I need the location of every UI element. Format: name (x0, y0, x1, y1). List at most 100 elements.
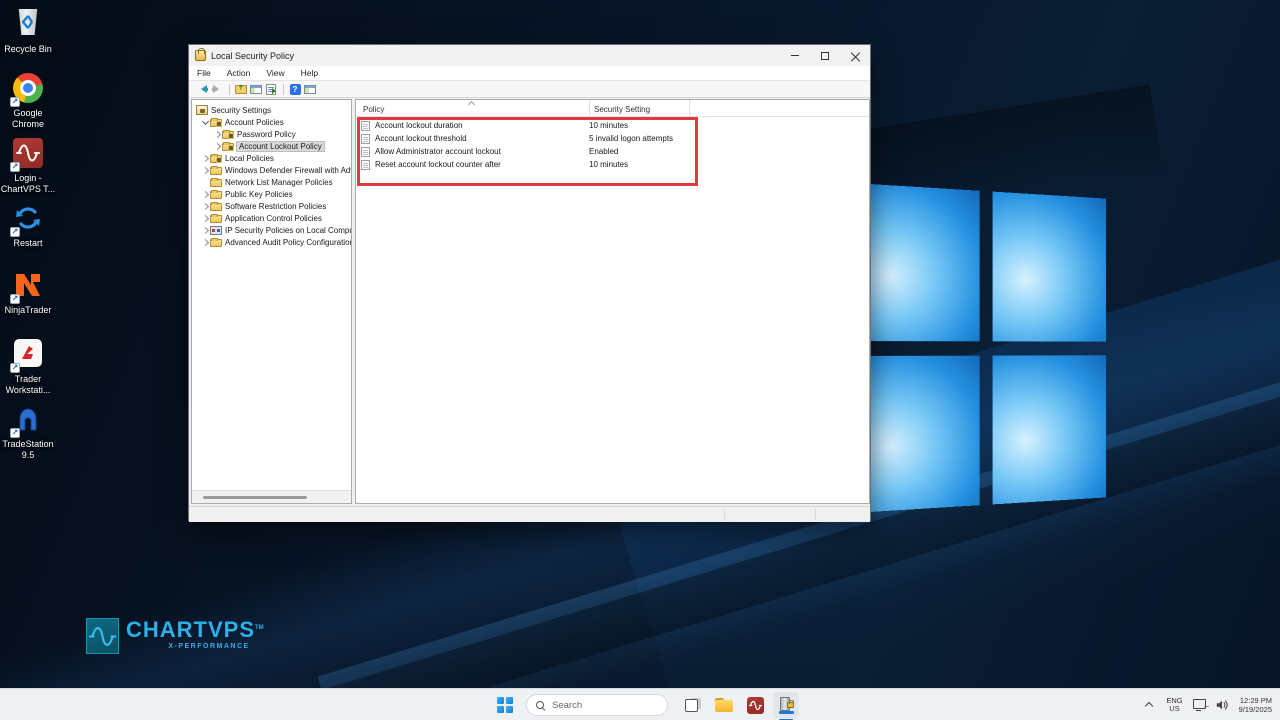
chevron-right-icon[interactable] (213, 142, 222, 151)
volume-icon[interactable] (1215, 698, 1229, 712)
trader-workstation-icon: ↗ (12, 339, 44, 371)
toolbar: ? (189, 81, 870, 98)
menu-help[interactable]: Help (301, 68, 318, 78)
back-icon (197, 86, 208, 93)
desktop-icon-login-chartvps[interactable]: ↗ Login - ChartVPS T... (0, 138, 56, 195)
app-icon (195, 50, 206, 61)
taskbar-clock[interactable]: 12:29 PM 9/19/2025 (1239, 696, 1272, 714)
chartvps-login-icon: ↗ (12, 138, 44, 170)
chartvps-app-button[interactable] (742, 692, 768, 718)
shortcut-arrow-icon: ↗ (10, 294, 20, 304)
desktop-icon-trader-workstation[interactable]: ↗ Trader Workstati... (0, 338, 56, 396)
desktop-icon-google-chrome[interactable]: ↗ Google Chrome (0, 72, 56, 130)
clock-time: 12:29 PM (1240, 696, 1272, 705)
chevron-right-icon[interactable] (201, 154, 210, 163)
desktop-icon-label: TradeStation 9.5 (0, 439, 56, 461)
maximize-button[interactable] (810, 45, 840, 66)
tree-item-account-policies[interactable]: Account Policies (192, 116, 351, 128)
policy-row-account-lockout-threshold[interactable]: Account lockout threshold 5 invalid logo… (356, 132, 869, 145)
policy-name: Account lockout duration (375, 121, 589, 130)
tree-item-security-settings[interactable]: Security Settings (192, 104, 351, 116)
tree-item-public-key-policies[interactable]: Public Key Policies (192, 188, 351, 200)
task-view-button[interactable] (680, 692, 706, 718)
properties-button[interactable] (303, 83, 317, 96)
policy-row-reset-account-lockout-counter[interactable]: Reset account lockout counter after 10 m… (356, 158, 869, 171)
back-button[interactable] (195, 83, 209, 96)
policy-setting: 10 minutes (589, 160, 628, 169)
up-level-icon (235, 85, 247, 94)
security-policy-icon (779, 697, 794, 714)
up-level-button[interactable] (234, 83, 248, 96)
column-divider[interactable] (589, 100, 590, 116)
desktop-icon-label: NinjaTrader (0, 305, 56, 316)
chevron-right-icon[interactable] (201, 238, 210, 247)
column-divider[interactable] (689, 100, 690, 116)
policy-row-account-lockout-duration[interactable]: Account lockout duration 10 minutes (356, 119, 869, 132)
expander-spacer (201, 178, 210, 187)
policy-setting: 5 invalid logon attempts (589, 134, 673, 143)
chevron-right-icon[interactable] (201, 202, 210, 211)
tree-item-advanced-audit-policy[interactable]: Advanced Audit Policy Configuration (192, 236, 351, 248)
tree-item-account-lockout-policy[interactable]: Account Lockout Policy (192, 140, 351, 152)
chevron-right-icon[interactable] (201, 190, 210, 199)
menu-view[interactable]: View (266, 68, 284, 78)
horizontal-scrollbar[interactable] (192, 490, 351, 503)
chevron-right-icon[interactable] (213, 130, 222, 139)
close-button[interactable] (840, 45, 870, 66)
language-line2: US (1169, 704, 1179, 713)
clock-date: 9/19/2025 (1239, 705, 1272, 714)
security-settings-icon (196, 105, 208, 115)
search-label: Search (552, 700, 582, 711)
hidden-icons-chevron[interactable] (1142, 698, 1156, 712)
tree-item-network-list-manager[interactable]: Network List Manager Policies (192, 176, 351, 188)
language-indicator[interactable]: ENG US (1166, 697, 1182, 713)
taskbar: Search ENG US 12:29 PM 9/19/2025 (0, 688, 1280, 720)
tree-item-software-restriction-policies[interactable]: Software Restriction Policies (192, 200, 351, 212)
toolbar-separator (229, 84, 230, 95)
policy-list-pane: Policy Security Setting Account lockout … (355, 99, 870, 504)
chevron-down-icon[interactable] (201, 118, 210, 127)
desktop-icon-label: Restart (0, 238, 56, 249)
chevron-right-icon[interactable] (201, 214, 210, 223)
policy-document-icon (361, 121, 370, 131)
tree-item-windows-defender-firewall[interactable]: Windows Defender Firewall with Adva (192, 164, 351, 176)
forward-button[interactable] (210, 83, 224, 96)
desktop-icon-ninjatrader[interactable]: ↗ NinjaTrader (0, 270, 56, 316)
start-button[interactable] (492, 692, 518, 718)
brand-tagline: X-PERFORMANCE (126, 643, 264, 650)
desktop-icon-tradestation[interactable]: ↗ TradeStation 9.5 (0, 404, 56, 461)
policy-row-allow-administrator-account-lockout[interactable]: Allow Administrator account lockout Enab… (356, 145, 869, 158)
folder-icon (210, 239, 222, 247)
help-button[interactable]: ? (288, 83, 302, 96)
chevron-right-icon[interactable] (201, 166, 210, 175)
toolbar-separator (283, 84, 284, 95)
desktop-icon-recycle-bin[interactable]: Recycle Bin (0, 6, 56, 55)
menu-file[interactable]: File (197, 68, 211, 78)
chevron-right-icon[interactable] (201, 226, 210, 235)
policy-name: Allow Administrator account lockout (375, 147, 589, 156)
column-header-policy[interactable]: Policy (363, 105, 384, 114)
local-security-policy-app-button[interactable] (773, 692, 799, 718)
tree-item-password-policy[interactable]: Password Policy (192, 128, 351, 140)
export-list-button[interactable] (264, 83, 278, 96)
minimize-button[interactable] (780, 45, 810, 66)
tree-item-label: Local Policies (225, 154, 274, 163)
tree-item-application-control-policies[interactable]: Application Control Policies (192, 212, 351, 224)
tree-item-local-policies[interactable]: Local Policies (192, 152, 351, 164)
status-bar (189, 506, 870, 522)
tree-item-label: IP Security Policies on Local Compute (225, 226, 351, 235)
taskbar-search[interactable]: Search (526, 694, 668, 716)
tree-item-ip-security-policies[interactable]: IP Security Policies on Local Compute (192, 224, 351, 236)
menu-action[interactable]: Action (227, 68, 251, 78)
network-icon[interactable] (1193, 699, 1207, 711)
desktop-icon-restart[interactable]: ↗ Restart (0, 203, 56, 249)
window-titlebar[interactable]: Local Security Policy (189, 45, 870, 66)
windows-logo-pane (992, 192, 1106, 342)
file-explorer-button[interactable] (711, 692, 737, 718)
column-header-security-setting[interactable]: Security Setting (594, 105, 650, 114)
scrollbar-thumb[interactable] (203, 496, 307, 499)
list-header: Policy Security Setting (356, 100, 869, 117)
sort-ascending-icon (468, 101, 475, 106)
menu-bar: File Action View Help (189, 66, 870, 81)
console-tree-button[interactable] (249, 83, 263, 96)
